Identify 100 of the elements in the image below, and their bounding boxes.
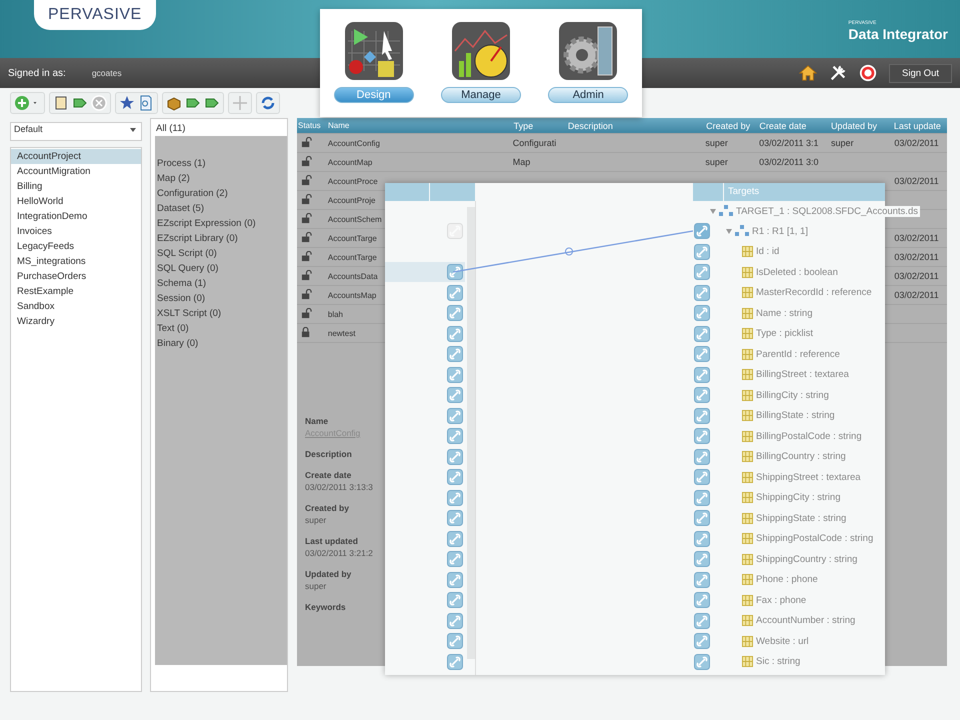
link-icon[interactable] — [694, 264, 710, 280]
link-icon[interactable] — [447, 572, 463, 588]
link-icon[interactable] — [447, 387, 463, 403]
tree-item[interactable]: ShippingStreet : textarea — [756, 472, 863, 482]
move-icon[interactable] — [232, 95, 248, 111]
preview-icon[interactable] — [138, 95, 154, 111]
link-icon[interactable] — [694, 428, 710, 444]
column-header[interactable]: Status — [297, 121, 326, 130]
link-icon[interactable] — [694, 530, 710, 546]
link-icon[interactable] — [447, 612, 463, 628]
help-icon[interactable] — [859, 64, 878, 82]
tree-item[interactable]: Phone : phone — [756, 574, 820, 585]
link-icon[interactable] — [694, 448, 710, 464]
category-item[interactable]: Binary (0) — [155, 338, 287, 353]
project-item[interactable]: Invoices — [11, 224, 141, 239]
link-icon[interactable] — [694, 612, 710, 628]
column-header[interactable]: Description — [564, 120, 704, 130]
link-icon[interactable] — [447, 551, 463, 567]
link-icon[interactable] — [694, 633, 710, 649]
flowchart-icon[interactable] — [344, 21, 404, 81]
scrollbar[interactable] — [467, 207, 475, 659]
tree-item[interactable]: ShippingPostalCode : string — [756, 533, 876, 544]
link-icon[interactable] — [447, 530, 463, 546]
tree-item[interactable]: Type : picklist — [756, 328, 816, 339]
tree-item[interactable]: BillingState : string — [756, 410, 837, 421]
add-icon[interactable] — [14, 95, 30, 111]
tree-item[interactable]: Id : id — [756, 246, 782, 257]
link-icon[interactable] — [694, 551, 710, 567]
tree-item[interactable]: BillingPostalCode : string — [756, 430, 864, 442]
gears-icon[interactable] — [558, 21, 618, 81]
project-item[interactable]: HelloWorld — [11, 194, 141, 209]
app-tab[interactable]: Admin — [548, 87, 628, 103]
link-icon[interactable] — [694, 346, 710, 362]
delete-icon[interactable] — [91, 95, 107, 111]
link-icon[interactable] — [447, 305, 463, 321]
project-item[interactable]: Wizardry — [11, 314, 141, 329]
link-icon[interactable] — [694, 469, 710, 485]
link-icon[interactable] — [447, 264, 463, 280]
category-item[interactable]: SQL Script (0) — [155, 248, 287, 263]
project-item[interactable]: LegacyFeeds — [11, 239, 141, 254]
link-icon[interactable] — [694, 592, 710, 608]
category-item[interactable]: Map (2) — [155, 173, 287, 188]
refresh-icon[interactable] — [260, 95, 276, 111]
link-icon[interactable] — [447, 469, 463, 485]
tree-item[interactable]: ShippingCity : string — [756, 492, 842, 503]
column-header[interactable]: Updated by — [828, 120, 891, 130]
category-item[interactable]: Text (0) — [155, 323, 287, 338]
project-item[interactable]: IntegrationDemo — [11, 209, 141, 224]
clipboard-icon[interactable] — [53, 95, 69, 111]
link-icon[interactable] — [694, 366, 710, 382]
tree-item[interactable]: MasterRecordId : reference — [756, 287, 874, 298]
link-icon[interactable] — [694, 326, 710, 342]
project-item[interactable]: Billing — [11, 179, 141, 194]
tree-item[interactable]: AccountNumber : string — [756, 615, 858, 626]
star-icon[interactable] — [119, 95, 135, 111]
link-icon[interactable] — [447, 284, 463, 300]
tree-item[interactable]: Name : string — [756, 308, 814, 318]
tree-item[interactable]: BillingCountry : string — [756, 451, 848, 462]
link-icon[interactable] — [447, 346, 463, 362]
package-icon[interactable] — [166, 95, 182, 111]
app-tab[interactable]: Manage — [440, 87, 521, 103]
sign-out-button[interactable]: Sign Out — [889, 64, 952, 82]
tree-item[interactable]: Website : url — [756, 636, 811, 646]
project-item[interactable]: AccountProject — [11, 149, 141, 164]
tree-item[interactable]: TARGET_1 : SQL2008.SFDC_Accounts.ds — [736, 206, 920, 216]
tree-item[interactable]: ParentId : reference — [756, 348, 842, 360]
column-header[interactable]: Create date — [756, 120, 828, 130]
link-icon[interactable] — [447, 654, 463, 670]
category-item[interactable]: Configuration (2) — [155, 188, 287, 203]
tree-item[interactable]: BillingCity : string — [756, 390, 831, 400]
selected-row[interactable] — [385, 262, 465, 282]
category-item[interactable]: Dataset (5) — [155, 203, 287, 218]
project-item[interactable]: PurchaseOrders — [11, 269, 141, 284]
link-icon[interactable] — [694, 510, 710, 526]
column-header[interactable]: Created by — [703, 120, 756, 130]
link-icon[interactable] — [447, 428, 463, 444]
category-item[interactable]: EZscript Library (0) — [155, 233, 287, 248]
category-item[interactable]: Process (1) — [155, 158, 287, 173]
tree-item[interactable]: ShippingCountry : string — [756, 554, 860, 564]
project-item[interactable]: AccountMigration — [11, 164, 141, 179]
project-item[interactable]: RestExample — [11, 284, 141, 299]
project-item[interactable]: MS_integrations — [11, 254, 141, 269]
link-icon[interactable] — [694, 654, 710, 670]
link-icon[interactable] — [694, 572, 710, 588]
link-icon[interactable] — [694, 244, 710, 260]
link-icon[interactable] — [447, 592, 463, 608]
tree-item[interactable]: ShippingState : string — [756, 512, 848, 524]
column-header[interactable]: Type — [510, 120, 565, 130]
column-header[interactable]: Name — [326, 121, 511, 130]
tree-item[interactable]: BillingStreet : textarea — [756, 369, 851, 380]
home-icon[interactable] — [799, 64, 818, 82]
category-item[interactable]: Schema (1) — [155, 278, 287, 293]
link-icon[interactable] — [447, 326, 463, 342]
tools-icon[interactable] — [829, 64, 848, 82]
link-icon[interactable] — [447, 633, 463, 649]
gauge-chart-icon[interactable] — [450, 21, 511, 81]
link-icon[interactable] — [694, 490, 710, 506]
tree-item[interactable]: IsDeleted : boolean — [756, 266, 840, 278]
category-item[interactable]: All (11) — [151, 119, 287, 136]
link-icon[interactable] — [447, 510, 463, 526]
